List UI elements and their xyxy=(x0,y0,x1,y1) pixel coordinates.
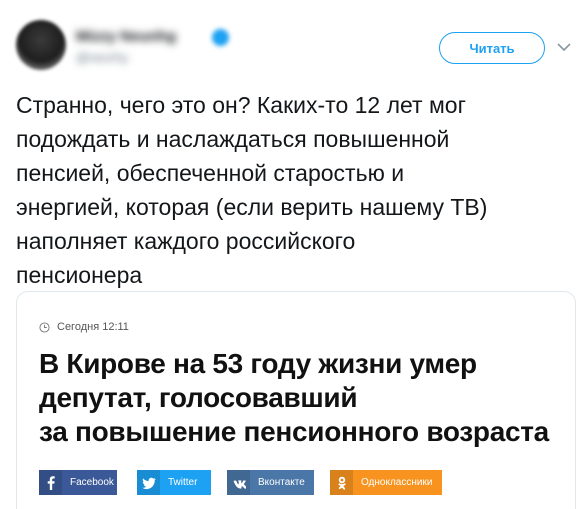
chevron-down-icon[interactable] xyxy=(556,40,572,54)
user-handle[interactable]: @nevrhy xyxy=(76,50,128,65)
share-label: Twitter xyxy=(168,477,198,488)
follow-button[interactable]: Читать xyxy=(439,32,545,64)
facebook-icon xyxy=(39,470,62,495)
verified-badge-icon xyxy=(212,29,229,46)
user-name[interactable]: Mizzy Neunhg xyxy=(76,28,176,45)
clock-icon xyxy=(39,321,50,333)
card-time-text: Сегодня 12:11 xyxy=(57,321,129,333)
share-odnoklassniki-button[interactable]: Одноклассники xyxy=(330,470,442,495)
avatar[interactable] xyxy=(16,20,66,70)
share-label: Одноклассники xyxy=(361,477,433,488)
share-label: Вконтакте xyxy=(258,477,305,488)
share-vk-button[interactable]: Вконтакте xyxy=(227,470,314,495)
tweet: Mizzy Neunhg @nevrhy Читать Странно, чег… xyxy=(0,0,588,509)
tweet-text: Странно, чего это он? Каких-то 12 лет мо… xyxy=(16,92,488,288)
share-label: Facebook xyxy=(70,477,114,488)
share-twitter-button[interactable]: Twitter xyxy=(137,470,211,495)
card-timestamp: Сегодня 12:11 xyxy=(39,321,129,333)
vk-icon xyxy=(227,470,250,495)
card-title[interactable]: В Кирове на 53 году жизни умер депутат, … xyxy=(39,347,569,449)
share-facebook-button[interactable]: Facebook xyxy=(39,470,117,495)
link-card[interactable]: Сегодня 12:11 В Кирове на 53 году жизни … xyxy=(16,291,576,509)
odnoklassniki-icon xyxy=(330,470,353,495)
twitter-icon xyxy=(137,470,160,495)
